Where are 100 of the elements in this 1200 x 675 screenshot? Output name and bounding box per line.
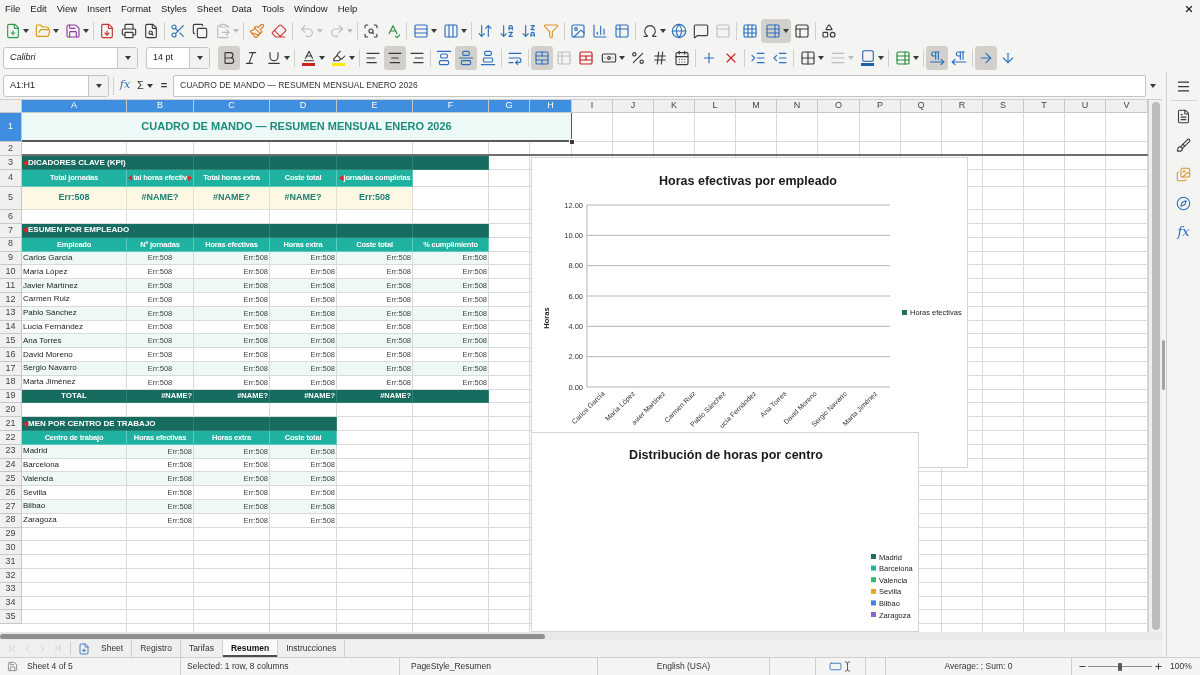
- name-box-combobox[interactable]: A1:H1: [3, 74, 109, 97]
- sum-button[interactable]: Σ: [133, 75, 157, 96]
- dropdown-button[interactable]: [88, 75, 108, 96]
- zoom-level[interactable]: 100%: [1170, 660, 1192, 673]
- menu-item[interactable]: View: [51, 0, 83, 17]
- column-header[interactable]: P: [860, 100, 901, 113]
- font-name-field[interactable]: Calibri: [4, 48, 117, 68]
- caret-icon: [283, 56, 290, 60]
- column-header[interactable]: N: [777, 100, 818, 113]
- row-header[interactable]: 25: [0, 472, 22, 487]
- eraser-icon: [271, 22, 287, 39]
- menu-item[interactable]: Styles: [155, 0, 192, 17]
- menu-item[interactable]: File: [0, 0, 26, 17]
- fill-handle[interactable]: [569, 139, 575, 145]
- row-header[interactable]: 5: [0, 187, 22, 210]
- row-header[interactable]: 11: [0, 279, 22, 293]
- column-header[interactable]: R: [942, 100, 983, 113]
- row-header[interactable]: 30: [0, 541, 22, 556]
- dropdown-button[interactable]: [189, 48, 209, 68]
- align-top-icon: [436, 50, 452, 66]
- page-style[interactable]: PageStyle_Resumen: [411, 660, 491, 673]
- table-cell: Javier Martínez: [22, 279, 127, 293]
- text-horizontal-button[interactable]: [975, 46, 997, 70]
- sheet-tab[interactable]: Tarifas: [180, 640, 223, 657]
- column-header[interactable]: I: [572, 100, 613, 113]
- row-header[interactable]: 31: [0, 555, 22, 569]
- sidebar-grip[interactable]: [1162, 339, 1165, 390]
- name-box-field[interactable]: A1:H1: [4, 75, 88, 96]
- row-header[interactable]: 10: [0, 265, 22, 280]
- table-cell: Ana Torres: [22, 334, 127, 349]
- selection-mode-icon[interactable]: [828, 660, 853, 673]
- row-header[interactable]: 15: [0, 334, 22, 349]
- language-status[interactable]: English (USA): [656, 660, 711, 673]
- left-to-right-button[interactable]: [926, 46, 948, 70]
- outdent-icon: [772, 50, 788, 66]
- column-header[interactable]: Q: [901, 100, 942, 113]
- row-header[interactable]: 2: [0, 142, 22, 156]
- menu-item[interactable]: Insert: [82, 0, 116, 17]
- caret-icon: [124, 56, 131, 60]
- triangle-icon: [23, 227, 27, 234]
- triangle-icon: [128, 175, 133, 181]
- row-header[interactable]: 21: [0, 417, 22, 431]
- triangle-icon: [187, 175, 192, 181]
- dropdown-button[interactable]: [117, 48, 137, 68]
- spellcheck-icon: [385, 22, 401, 39]
- formula-input-field[interactable]: CUADRO DE MANDO — RESUMEN MENSUAL ENERO 2026: [173, 74, 1146, 97]
- column-header[interactable]: M: [736, 100, 777, 113]
- row-header[interactable]: 4: [0, 170, 22, 187]
- caret-icon: [52, 28, 59, 33]
- column-header[interactable]: K: [654, 100, 695, 113]
- scrollbar-thumb[interactable]: [0, 633, 545, 639]
- menu-item[interactable]: Data: [226, 0, 257, 17]
- sheet-tab[interactable]: Sheet: [93, 640, 133, 657]
- freeze-rows-columns-button[interactable]: [761, 18, 791, 43]
- column-header[interactable]: J: [613, 100, 654, 113]
- menu-icon: [1176, 78, 1191, 94]
- sheet-indicator: Sheet 4 of 5: [27, 660, 73, 673]
- column-header[interactable]: O: [818, 100, 860, 113]
- row-header[interactable]: 20: [0, 403, 22, 418]
- table-icon: [894, 50, 911, 66]
- sheet-tab[interactable]: Registro: [132, 640, 181, 657]
- horizontal-scrollbar[interactable]: [0, 632, 1162, 640]
- column-header[interactable]: T: [1024, 100, 1065, 113]
- menu-item[interactable]: Help: [332, 0, 363, 17]
- speech-bubble-icon: [693, 22, 709, 39]
- font-name-combobox[interactable]: Calibri: [3, 47, 138, 69]
- menu-item[interactable]: Window: [288, 0, 333, 17]
- slider-thumb[interactable]: [1118, 662, 1122, 671]
- function-wizard-button[interactable]: fx: [117, 75, 133, 96]
- highlighter-icon: [330, 49, 347, 67]
- functions-button[interactable]: fx: [1169, 218, 1198, 246]
- bold-button[interactable]: [218, 46, 240, 70]
- menu-item[interactable]: Format: [115, 0, 156, 17]
- align-middle-button[interactable]: [455, 46, 477, 70]
- row-header[interactable]: 3: [0, 156, 22, 170]
- spreadsheet-grid[interactable]: [0, 100, 1148, 632]
- row-header[interactable]: 6: [0, 210, 22, 224]
- sheet-tab[interactable]: Resumen: [222, 640, 279, 657]
- row-header[interactable]: 35: [0, 610, 22, 625]
- table-icon: [614, 22, 630, 39]
- column-header[interactable]: V: [1106, 100, 1148, 113]
- kpi-value: #NAME?: [270, 187, 337, 210]
- menu-item[interactable]: Sheet: [191, 0, 227, 17]
- align-center-button[interactable]: [384, 46, 406, 70]
- font-size-combobox[interactable]: 14 pt: [146, 47, 210, 69]
- row-header[interactable]: 7: [0, 224, 22, 238]
- row-header[interactable]: 26: [0, 486, 22, 500]
- row-header[interactable]: 16: [0, 348, 22, 362]
- menu-item[interactable]: Edit: [25, 0, 52, 17]
- sheet-tab[interactable]: Instrucciones: [278, 640, 346, 657]
- column-header[interactable]: U: [1065, 100, 1106, 113]
- zoom-slider[interactable]: [1088, 661, 1152, 672]
- formula-button[interactable]: =: [157, 75, 171, 96]
- redo-icon: [328, 22, 345, 39]
- caret-icon: [22, 28, 29, 33]
- merge-and-center-button[interactable]: [531, 46, 553, 70]
- column-header[interactable]: L: [695, 100, 736, 113]
- column-header[interactable]: S: [983, 100, 1024, 113]
- font-size-field[interactable]: 14 pt: [147, 48, 189, 68]
- menu-item[interactable]: Tools: [256, 0, 289, 17]
